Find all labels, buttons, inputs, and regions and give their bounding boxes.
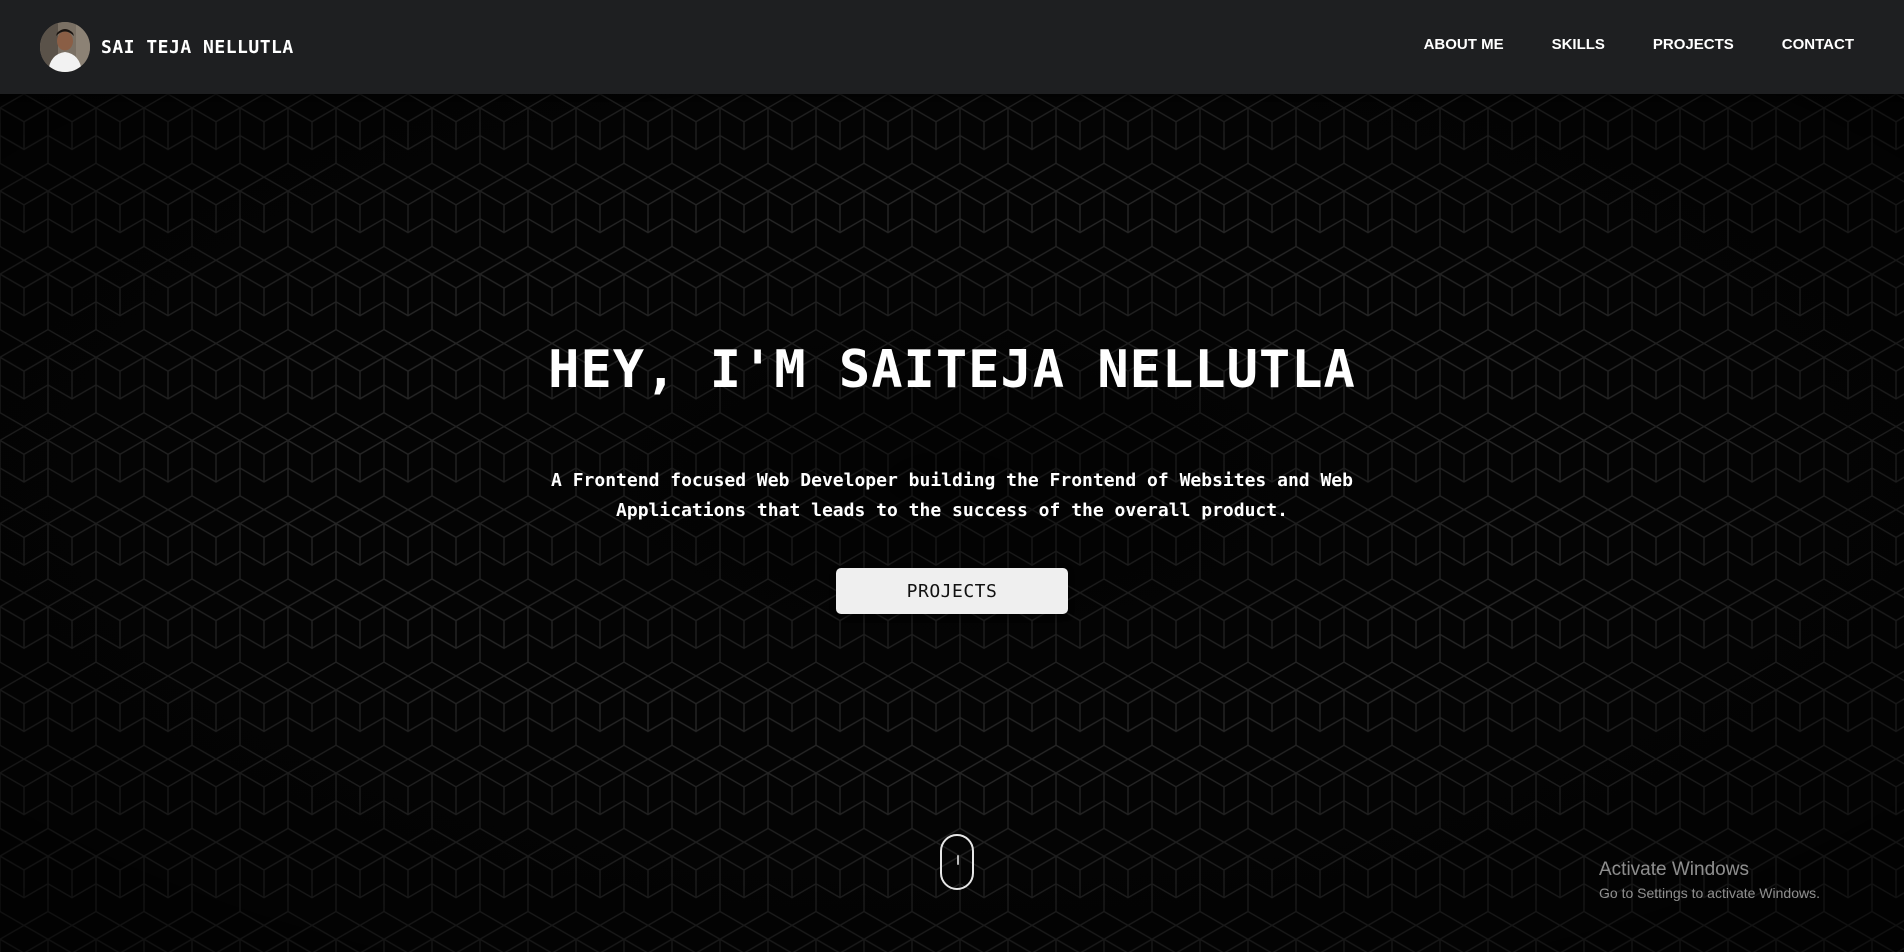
hero-subtitle: A Frontend focused Web Developer buildin… xyxy=(551,470,1353,521)
projects-button[interactable]: PROJECTS xyxy=(836,568,1068,614)
hero-title: HEY, I'M SAITEJA NELLUTLA xyxy=(548,340,1356,400)
site-header: SAI TEJA NELLUTLA ABOUT ME SKILLS PROJEC… xyxy=(0,0,1904,94)
nav-about-me[interactable]: ABOUT ME xyxy=(1424,36,1504,53)
nav-contact[interactable]: CONTACT xyxy=(1782,36,1854,53)
nav-skills[interactable]: SKILLS xyxy=(1552,36,1605,53)
mouse-wheel-icon xyxy=(957,855,959,865)
brand-name: SAI TEJA NELLUTLA xyxy=(101,36,294,58)
hero-section: HEY, I'M SAITEJA NELLUTLA A Frontend foc… xyxy=(0,94,1904,952)
main-nav: ABOUT ME SKILLS PROJECTS CONTACT xyxy=(1424,36,1854,53)
scroll-mouse-icon[interactable] xyxy=(940,834,974,890)
avatar xyxy=(40,22,90,72)
nav-projects[interactable]: PROJECTS xyxy=(1653,36,1734,53)
brand[interactable]: SAI TEJA NELLUTLA xyxy=(40,20,294,74)
